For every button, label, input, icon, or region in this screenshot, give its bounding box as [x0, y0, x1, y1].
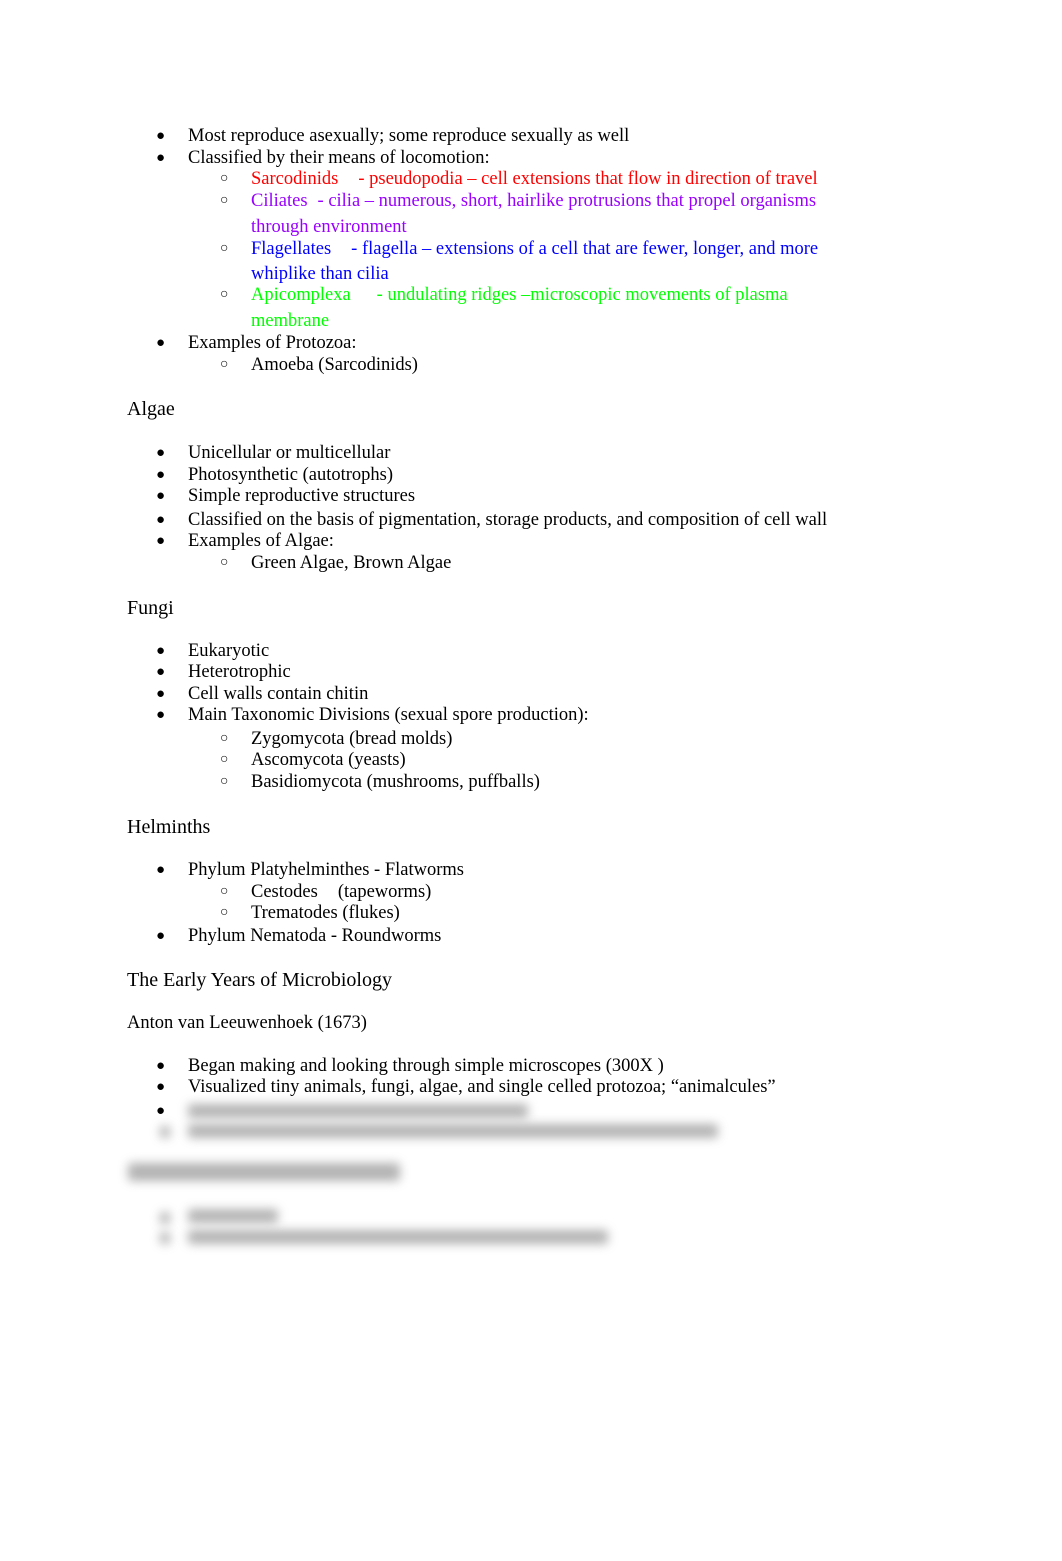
circle-bullet-icon: ○ [220, 357, 229, 372]
circle-bullet-icon: ○ [220, 193, 229, 208]
list-item: Unicellular or multicellular [188, 443, 391, 463]
bullet-icon: ● [156, 128, 166, 144]
bullet-icon: ● [156, 335, 166, 351]
blurred-bullet [160, 1126, 170, 1138]
blurred-bullet [160, 1232, 170, 1244]
bullet-icon: ● [156, 150, 166, 166]
locomotion-name: Ciliates [251, 191, 308, 211]
list-item: Classified by their means of locomotion: [188, 148, 490, 168]
section-heading-helminths: Helminths [127, 816, 211, 838]
locomotion-desc-continued: whiplike than cilia [251, 264, 389, 284]
bullet-icon: ● [156, 928, 166, 944]
section-heading-algae: Algae [127, 398, 175, 420]
bullet-icon: ● [156, 1058, 166, 1074]
list-item: Zygomycota (bread molds) [251, 729, 453, 749]
bullet-icon: ● [156, 445, 166, 461]
flatworm-name: Cestodes [251, 882, 318, 902]
blurred-heading [128, 1163, 400, 1181]
circle-bullet-icon: ○ [220, 905, 229, 920]
bullet-icon: ● [156, 512, 166, 528]
list-item: Phylum Nematoda - Roundworms [188, 926, 442, 946]
locomotion-item-sarcodinids: Sarcodinids - pseudopodia – cell extensio… [251, 168, 818, 190]
locomotion-desc-continued: membrane [251, 311, 330, 331]
list-item: Simple reproductive structures [188, 486, 416, 506]
bullet-icon: ● [156, 664, 166, 680]
list-item: Amoeba (Sarcodinids) [251, 355, 418, 375]
bullet-icon: ● [156, 533, 166, 549]
bullet-icon: ● [156, 686, 166, 702]
bullet-icon: ● [156, 643, 166, 659]
locomotion-desc: - pseudopodia – cell extensions that flo… [358, 169, 818, 189]
blurred-text [188, 1230, 608, 1244]
list-item: Ascomycota (yeasts) [251, 750, 406, 770]
circle-bullet-icon: ○ [220, 774, 229, 789]
circle-bullet-icon: ○ [220, 555, 229, 570]
bullet-icon: ● [156, 1103, 166, 1119]
list-item: Most reproduce asexually; some reproduce… [188, 126, 630, 146]
locomotion-desc: - flagella – extensions of a cell that a… [351, 239, 819, 259]
locomotion-name: Sarcodinids [251, 169, 339, 189]
list-item: Classified on the basis of pigmentation,… [188, 510, 828, 530]
circle-bullet-icon: ○ [220, 171, 229, 186]
locomotion-item-flagellates: Flagellates - flagella – extensions of a … [251, 238, 818, 260]
locomotion-name: Flagellates [251, 239, 332, 259]
section-heading-early-years: The Early Years of Microbiology [127, 969, 392, 991]
bullet-icon: ● [156, 862, 166, 878]
document-page: ● Most reproduce asexually; some reprodu… [0, 0, 1062, 1561]
list-item: Heterotrophic [188, 662, 291, 682]
list-item: Photosynthetic (autotrophs) [188, 465, 394, 485]
blurred-text [188, 1124, 718, 1138]
list-item: Main Taxonomic Divisions (sexual spore p… [188, 705, 589, 725]
blurred-bullet [160, 1212, 170, 1224]
circle-bullet-icon: ○ [220, 287, 229, 302]
bullet-icon: ● [156, 488, 166, 504]
subheading-leeuwenhoek: Anton van Leeuwenhoek (1673) [127, 1013, 367, 1033]
blurred-text [188, 1209, 278, 1223]
bullet-icon: ● [156, 467, 166, 483]
circle-bullet-icon: ○ [220, 752, 229, 767]
bullet-icon: ● [156, 707, 166, 723]
locomotion-desc-continued: through environment [251, 217, 407, 237]
circle-bullet-icon: ○ [220, 241, 229, 256]
list-item: Began making and looking through simple … [188, 1056, 664, 1076]
list-item: Basidiomycota (mushrooms, puffballs) [251, 772, 540, 792]
locomotion-item-ciliates: Ciliates - cilia – numerous, short, hairl… [251, 190, 816, 212]
list-item: Trematodes (flukes) [251, 902, 400, 924]
list-item: Visualized tiny animals, fungi, algae, a… [188, 1077, 776, 1097]
locomotion-desc: - cilia – numerous, short, hairlike prot… [317, 191, 817, 211]
list-item: Phylum Platyhelminthes - Flatworms [188, 860, 464, 880]
flatworm-note: (flukes) [342, 903, 400, 923]
list-item: Cell walls contain chitin [188, 684, 369, 704]
list-item: Examples of Protozoa: [188, 333, 357, 353]
flatworm-note: (tapeworms) [337, 882, 432, 902]
list-item: Eukaryotic [188, 641, 270, 661]
list-item: Green Algae, Brown Algae [251, 553, 452, 573]
circle-bullet-icon: ○ [220, 884, 229, 899]
flatworm-name: Trematodes [251, 903, 338, 923]
bullet-icon: ● [156, 1079, 166, 1095]
circle-bullet-icon: ○ [220, 731, 229, 746]
section-heading-fungi: Fungi [127, 597, 174, 619]
locomotion-item-apicomplexa: Apicomplexa - undulating ridges –microsco… [251, 284, 788, 306]
list-item: Cestodes (tapeworms) [251, 881, 431, 903]
locomotion-desc: - undulating ridges –microscopic movemen… [376, 285, 788, 305]
locomotion-name: Apicomplexa [251, 285, 351, 305]
blurred-text [188, 1104, 528, 1118]
list-item: Examples of Algae: [188, 531, 334, 551]
